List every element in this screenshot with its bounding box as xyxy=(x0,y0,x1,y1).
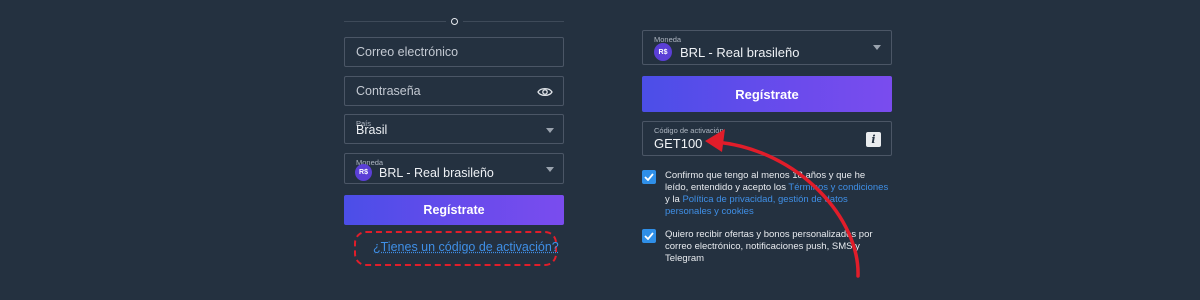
red-arrow xyxy=(705,129,860,278)
